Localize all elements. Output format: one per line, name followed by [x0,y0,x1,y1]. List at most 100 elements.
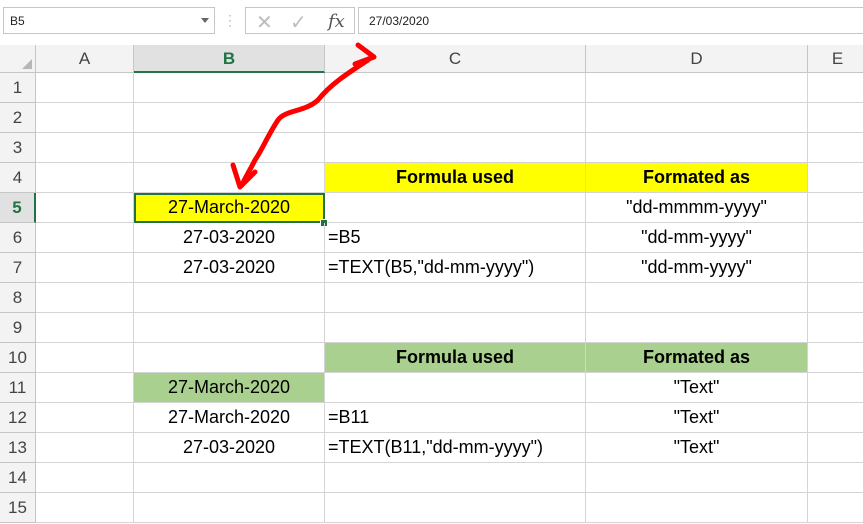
grid-cell[interactable] [586,463,808,493]
formula-bar-grip-icon[interactable]: · · · [228,9,232,31]
row-header-13[interactable]: 13 [0,433,36,463]
grid-cell[interactable] [134,73,325,103]
grid-cell[interactable] [586,283,808,313]
grid-cell[interactable] [36,73,134,103]
grid-cell[interactable] [808,373,863,403]
cell-c12[interactable]: =B11 [325,403,586,433]
cell-c4[interactable]: Formula used [325,163,586,193]
column-header-a[interactable]: A [36,45,134,73]
grid-cell[interactable] [134,133,325,163]
grid-cell[interactable] [36,433,134,463]
confirm-icon[interactable]: ✓ [290,10,307,35]
grid-cell[interactable] [808,433,863,463]
cell-c10[interactable]: Formula used [325,343,586,373]
grid-cell[interactable] [134,163,325,193]
grid-cell[interactable] [808,193,863,223]
cell-d5[interactable]: "dd-mmmm-yyyy" [586,193,808,223]
cell-d10[interactable]: Formated as [586,343,808,373]
grid-cell[interactable] [36,493,134,523]
row-header-7[interactable]: 7 [0,253,36,283]
cell-d11[interactable]: "Text" [586,373,808,403]
grid-cell[interactable] [325,73,586,103]
grid-cell[interactable] [325,463,586,493]
grid-cell[interactable] [325,313,586,343]
grid-cell[interactable] [808,253,863,283]
cell-b12[interactable]: 27-March-2020 [134,403,325,433]
row-header-14[interactable]: 14 [0,463,36,493]
grid-cell[interactable] [36,463,134,493]
grid-cell[interactable] [134,463,325,493]
cell-b11[interactable]: 27-March-2020 [134,373,325,403]
grid-cell[interactable] [808,283,863,313]
grid-cell[interactable] [808,343,863,373]
grid-cell[interactable] [808,313,863,343]
grid-cell[interactable] [36,283,134,313]
row-header-12[interactable]: 12 [0,403,36,433]
cell-d4[interactable]: Formated as [586,163,808,193]
grid-cell[interactable] [586,73,808,103]
cell-c7[interactable]: =TEXT(B5,"dd-mm-yyyy") [325,253,586,283]
grid-cell[interactable] [36,343,134,373]
cell-d13[interactable]: "Text" [586,433,808,463]
grid-cell[interactable] [36,103,134,133]
grid-cell[interactable] [36,403,134,433]
name-box[interactable]: B5 [3,7,215,34]
grid-cell[interactable] [325,103,586,133]
grid-cell[interactable] [134,343,325,373]
grid-cell[interactable] [134,313,325,343]
grid-cell[interactable] [808,493,863,523]
row-header-15[interactable]: 15 [0,493,36,523]
column-header-d[interactable]: D [586,45,808,73]
grid-cell[interactable] [586,103,808,133]
grid-cell[interactable] [586,313,808,343]
grid-cell[interactable] [134,493,325,523]
grid-cell[interactable] [134,103,325,133]
row-header-9[interactable]: 9 [0,313,36,343]
cell-b6[interactable]: 27-03-2020 [134,223,325,253]
grid-cell[interactable] [36,193,134,223]
cell-c6[interactable]: =B5 [325,223,586,253]
grid-cell[interactable] [325,283,586,313]
name-box-dropdown-icon[interactable] [201,18,209,23]
grid-cell[interactable] [808,133,863,163]
row-header-3[interactable]: 3 [0,133,36,163]
grid-cell[interactable] [36,163,134,193]
cell-d7[interactable]: "dd-mm-yyyy" [586,253,808,283]
grid-cell[interactable] [808,403,863,433]
grid-cell[interactable] [586,493,808,523]
grid-cell[interactable] [36,133,134,163]
cell-b7[interactable]: 27-03-2020 [134,253,325,283]
formula-input[interactable]: 27/03/2020 [358,7,863,34]
row-header-1[interactable]: 1 [0,73,36,103]
row-header-8[interactable]: 8 [0,283,36,313]
column-header-b[interactable]: B [134,45,325,73]
grid-cell[interactable] [808,223,863,253]
grid-cell[interactable] [808,163,863,193]
cell-d6[interactable]: "dd-mm-yyyy" [586,223,808,253]
row-header-2[interactable]: 2 [0,103,36,133]
cancel-icon[interactable]: ✕ [256,10,273,35]
row-header-5[interactable]: 5 [0,193,36,223]
grid-cell[interactable] [325,193,586,223]
grid-cell[interactable] [36,313,134,343]
grid-cell[interactable] [325,133,586,163]
grid-cell[interactable] [586,133,808,163]
grid-cell[interactable] [325,493,586,523]
row-header-11[interactable]: 11 [0,373,36,403]
grid-cell[interactable] [808,103,863,133]
cell-b5-selected[interactable]: 27-March-2020 [134,193,325,223]
cell-c13[interactable]: =TEXT(B11,"dd-mm-yyyy") [325,433,586,463]
row-header-10[interactable]: 10 [0,343,36,373]
row-header-4[interactable]: 4 [0,163,36,193]
row-header-6[interactable]: 6 [0,223,36,253]
select-all-button[interactable] [0,45,36,73]
cell-d12[interactable]: "Text" [586,403,808,433]
column-header-e[interactable]: E [808,45,863,73]
grid-cell[interactable] [134,283,325,313]
insert-function-icon[interactable]: fx [328,11,345,32]
cell-b13[interactable]: 27-03-2020 [134,433,325,463]
grid-cell[interactable] [808,463,863,493]
grid-cell[interactable] [36,223,134,253]
grid-cell[interactable] [808,73,863,103]
grid-cell[interactable] [325,373,586,403]
